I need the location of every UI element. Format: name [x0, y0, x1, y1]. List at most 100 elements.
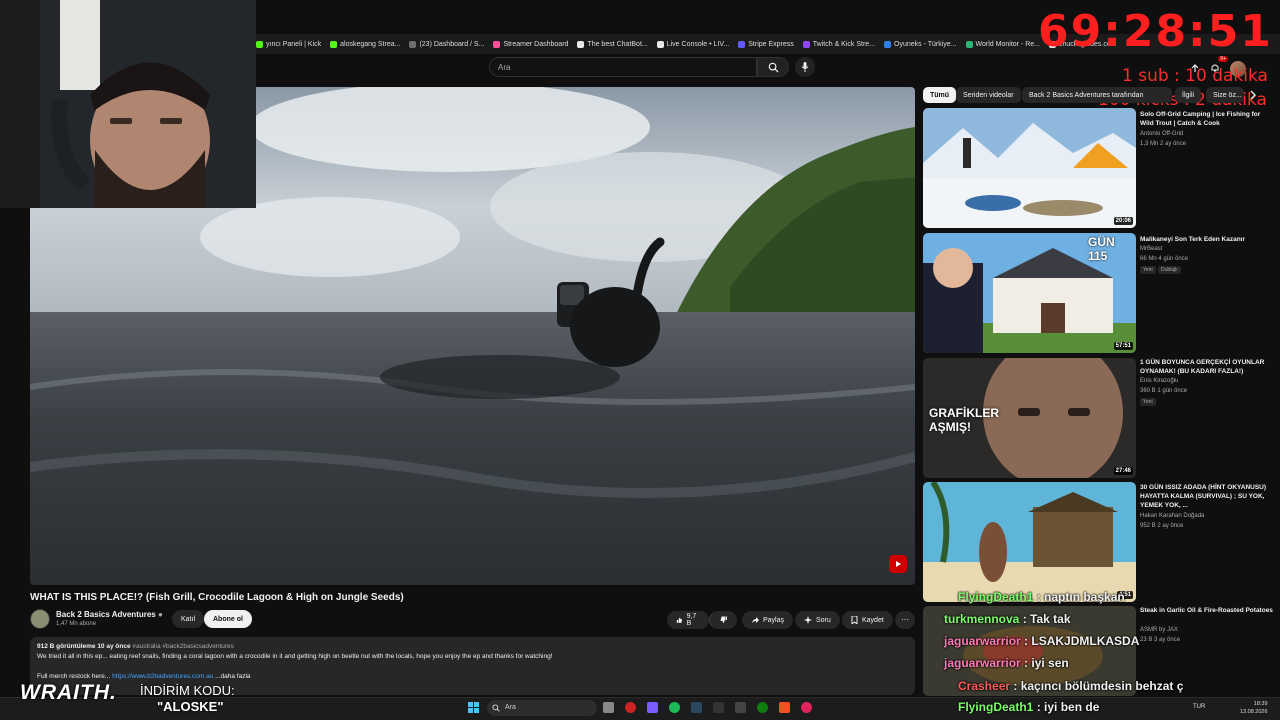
language-indicator[interactable]: TUR: [1193, 704, 1205, 710]
chip-for-you[interactable]: Size öz...: [1206, 87, 1244, 103]
chat-text: : iyi ben de: [1033, 700, 1100, 714]
task-view-icon[interactable]: [603, 702, 614, 713]
thumbnail-island-survival[interactable]: 4:51: [923, 482, 1136, 602]
clock-date: 13.08.2026: [1240, 709, 1268, 715]
join-button[interactable]: Katıl: [172, 610, 205, 628]
hashtags[interactable]: #australia #back2basicsadventures: [132, 643, 234, 650]
chat-user: turkmennova: [944, 612, 1020, 626]
chat-text: : naptın başkan: [1033, 590, 1125, 604]
more-actions-button[interactable]: ⋯: [895, 611, 915, 629]
bookmark-label: Twitch & Kick Stre...: [812, 40, 876, 48]
rec-channel[interactable]: Enis Kirazoğlu: [1140, 378, 1178, 384]
description-line: We tried it all in this ep... eating ree…: [37, 653, 553, 660]
rec-channel[interactable]: MrBeast: [1140, 246, 1162, 252]
bookmark-item[interactable]: The best ChatBot...: [577, 40, 648, 48]
bookmark-item[interactable]: aloskegang Strea...: [330, 40, 401, 48]
search-button[interactable]: [757, 57, 789, 77]
bookmark-item[interactable]: Twitch & Kick Stre...: [802, 40, 876, 48]
promo-code: "ALOSKE": [157, 699, 224, 714]
like-button[interactable]: 9,7 B: [667, 611, 709, 629]
channel-name[interactable]: Back 2 Basics Adventures ●: [56, 610, 163, 619]
bookmark-item[interactable]: yıncı Paneli | Kick: [256, 40, 321, 48]
chat-user: FlyingDeath1: [958, 700, 1034, 714]
bookmark-label: aloskegang Strea...: [340, 40, 401, 48]
search-icon: [492, 704, 500, 712]
bookmark-favicon-icon: [738, 40, 746, 48]
chrome-icon[interactable]: [801, 702, 812, 713]
bookmark-label: Streamer Dashboard: [503, 40, 569, 48]
chip-related[interactable]: İlgili: [1175, 87, 1202, 103]
spotify-icon[interactable]: [669, 702, 680, 713]
thumbnail-realistic-games[interactable]: GRAFİKLER AŞMIŞ! 27:46: [923, 358, 1136, 478]
app-icon[interactable]: [779, 702, 790, 713]
show-more-link[interactable]: ...daha fazla: [215, 673, 250, 680]
rec-title[interactable]: Solo Off-Grid Camping | Ice Fishing for …: [1140, 110, 1275, 128]
rec-title[interactable]: Steak in Garlic Oil & Fire-Roasted Potat…: [1140, 606, 1275, 615]
epic-games-icon[interactable]: [713, 702, 724, 713]
system-clock[interactable]: 18:39 13.08.2026: [1240, 700, 1268, 716]
rec-meta: 23 B 3 ay önce: [1140, 637, 1181, 643]
xbox-icon[interactable]: [757, 702, 768, 713]
windows-start-icon[interactable]: [468, 702, 479, 713]
bookmark-item[interactable]: Live Console • LIV...: [656, 40, 730, 48]
ask-button[interactable]: Soru: [795, 611, 840, 629]
taskbar-search[interactable]: Ara: [487, 700, 597, 716]
chat-user: jaguarwarrior: [944, 634, 1021, 648]
rec-channel[interactable]: ASMR by JAX: [1140, 627, 1178, 633]
bookmark-item[interactable]: World Monitor - Re...: [965, 40, 1040, 48]
chip-series[interactable]: Seriden videolar: [956, 87, 1021, 103]
opera-icon[interactable]: [625, 702, 636, 713]
bookmark-item[interactable]: (23) Dashboard / S...: [409, 40, 484, 48]
view-count-date: 912 B görüntüleme 10 ay önce: [37, 643, 131, 650]
bookmark-item[interactable]: Streamer Dashboard: [493, 40, 569, 48]
bookmark-favicon-icon: [256, 40, 263, 48]
rec-title[interactable]: 30 GÜN ISSIZ ADADA (HİNT OKYANUSU) HAYAT…: [1140, 483, 1275, 510]
chat-text: : kaçıncı bölümdesin behzat ç: [1010, 679, 1184, 693]
chat-message: turkmennova : Tak tak: [944, 612, 1071, 626]
share-button[interactable]: Paylaş: [742, 611, 794, 629]
save-button[interactable]: Kaydet: [842, 611, 893, 629]
video-duration: 20:06: [1113, 217, 1133, 225]
voice-search-button[interactable]: [795, 57, 815, 77]
chevron-right-icon[interactable]: [1248, 90, 1258, 100]
thumbnail-mansion[interactable]: GÜN 115 57:51: [923, 233, 1136, 353]
rec-meta: 360 B 1 gün önce: [1140, 388, 1188, 394]
dislike-button[interactable]: [709, 611, 737, 629]
channel-avatar[interactable]: [30, 609, 50, 629]
rec-channel[interactable]: Hakan Karahan Doğada: [1140, 513, 1204, 519]
share-icon: [752, 617, 759, 623]
chat-message: jaguarwarrior : LSAKJDMLKASDA: [944, 634, 1139, 648]
search-input[interactable]: Ara: [489, 57, 757, 77]
description-link[interactable]: https://www.b2badventures.com.au: [112, 673, 213, 680]
bookmark-item[interactable]: Stripe Express: [738, 40, 794, 48]
bookmark-label: World Monitor - Re...: [975, 40, 1040, 48]
bookmark-item[interactable]: Oyuneks - Türkiye...: [884, 40, 957, 48]
channel-watermark[interactable]: [889, 555, 907, 573]
video-title: WHAT IS THIS PLACE!? (Fish Grill, Crocod…: [30, 592, 404, 603]
thumbnail-ice-fishing[interactable]: 20:06: [923, 108, 1136, 228]
rec-title[interactable]: 1 GÜN BOYUNCA GERÇEKÇİ OYUNLAR OYNAMAK! …: [1140, 358, 1275, 376]
bookmark-favicon-icon: [656, 40, 664, 48]
share-label: Paylaş: [763, 616, 785, 624]
obs-icon[interactable]: [735, 702, 746, 713]
rec-meta: 66 Mn 4 gün önce: [1140, 256, 1189, 262]
clock-time: 18:39: [1253, 701, 1268, 707]
chip-channel[interactable]: Back 2 Basics Adventures tarafından: [1022, 87, 1172, 103]
bookmark-label: Live Console • LIV...: [666, 40, 730, 48]
thumbs-down-icon: [720, 616, 727, 623]
webcam-overlay: [0, 0, 256, 208]
channel-name-text: Back 2 Basics Adventures: [56, 610, 156, 619]
rec-channel[interactable]: Antonio Off-Grid: [1140, 131, 1183, 137]
bookmark-label: Stripe Express: [748, 40, 794, 48]
discord-icon[interactable]: [647, 702, 658, 713]
save-label: Kaydet: [862, 616, 884, 624]
bookmark-favicon-icon: [884, 40, 892, 48]
rec-title[interactable]: Malikaneyi Son Terk Eden Kazanır: [1140, 235, 1275, 244]
chat-text: : iyi sen: [1020, 656, 1069, 670]
search-icon: [768, 62, 779, 73]
subscribe-button[interactable]: Abone ol: [204, 610, 252, 628]
promo-label: İNDİRİM KODU:: [140, 683, 235, 698]
chip-all[interactable]: Tümü: [923, 87, 957, 103]
subathon-timer: 69:28:51: [1038, 6, 1273, 57]
steam-icon[interactable]: [691, 702, 702, 713]
